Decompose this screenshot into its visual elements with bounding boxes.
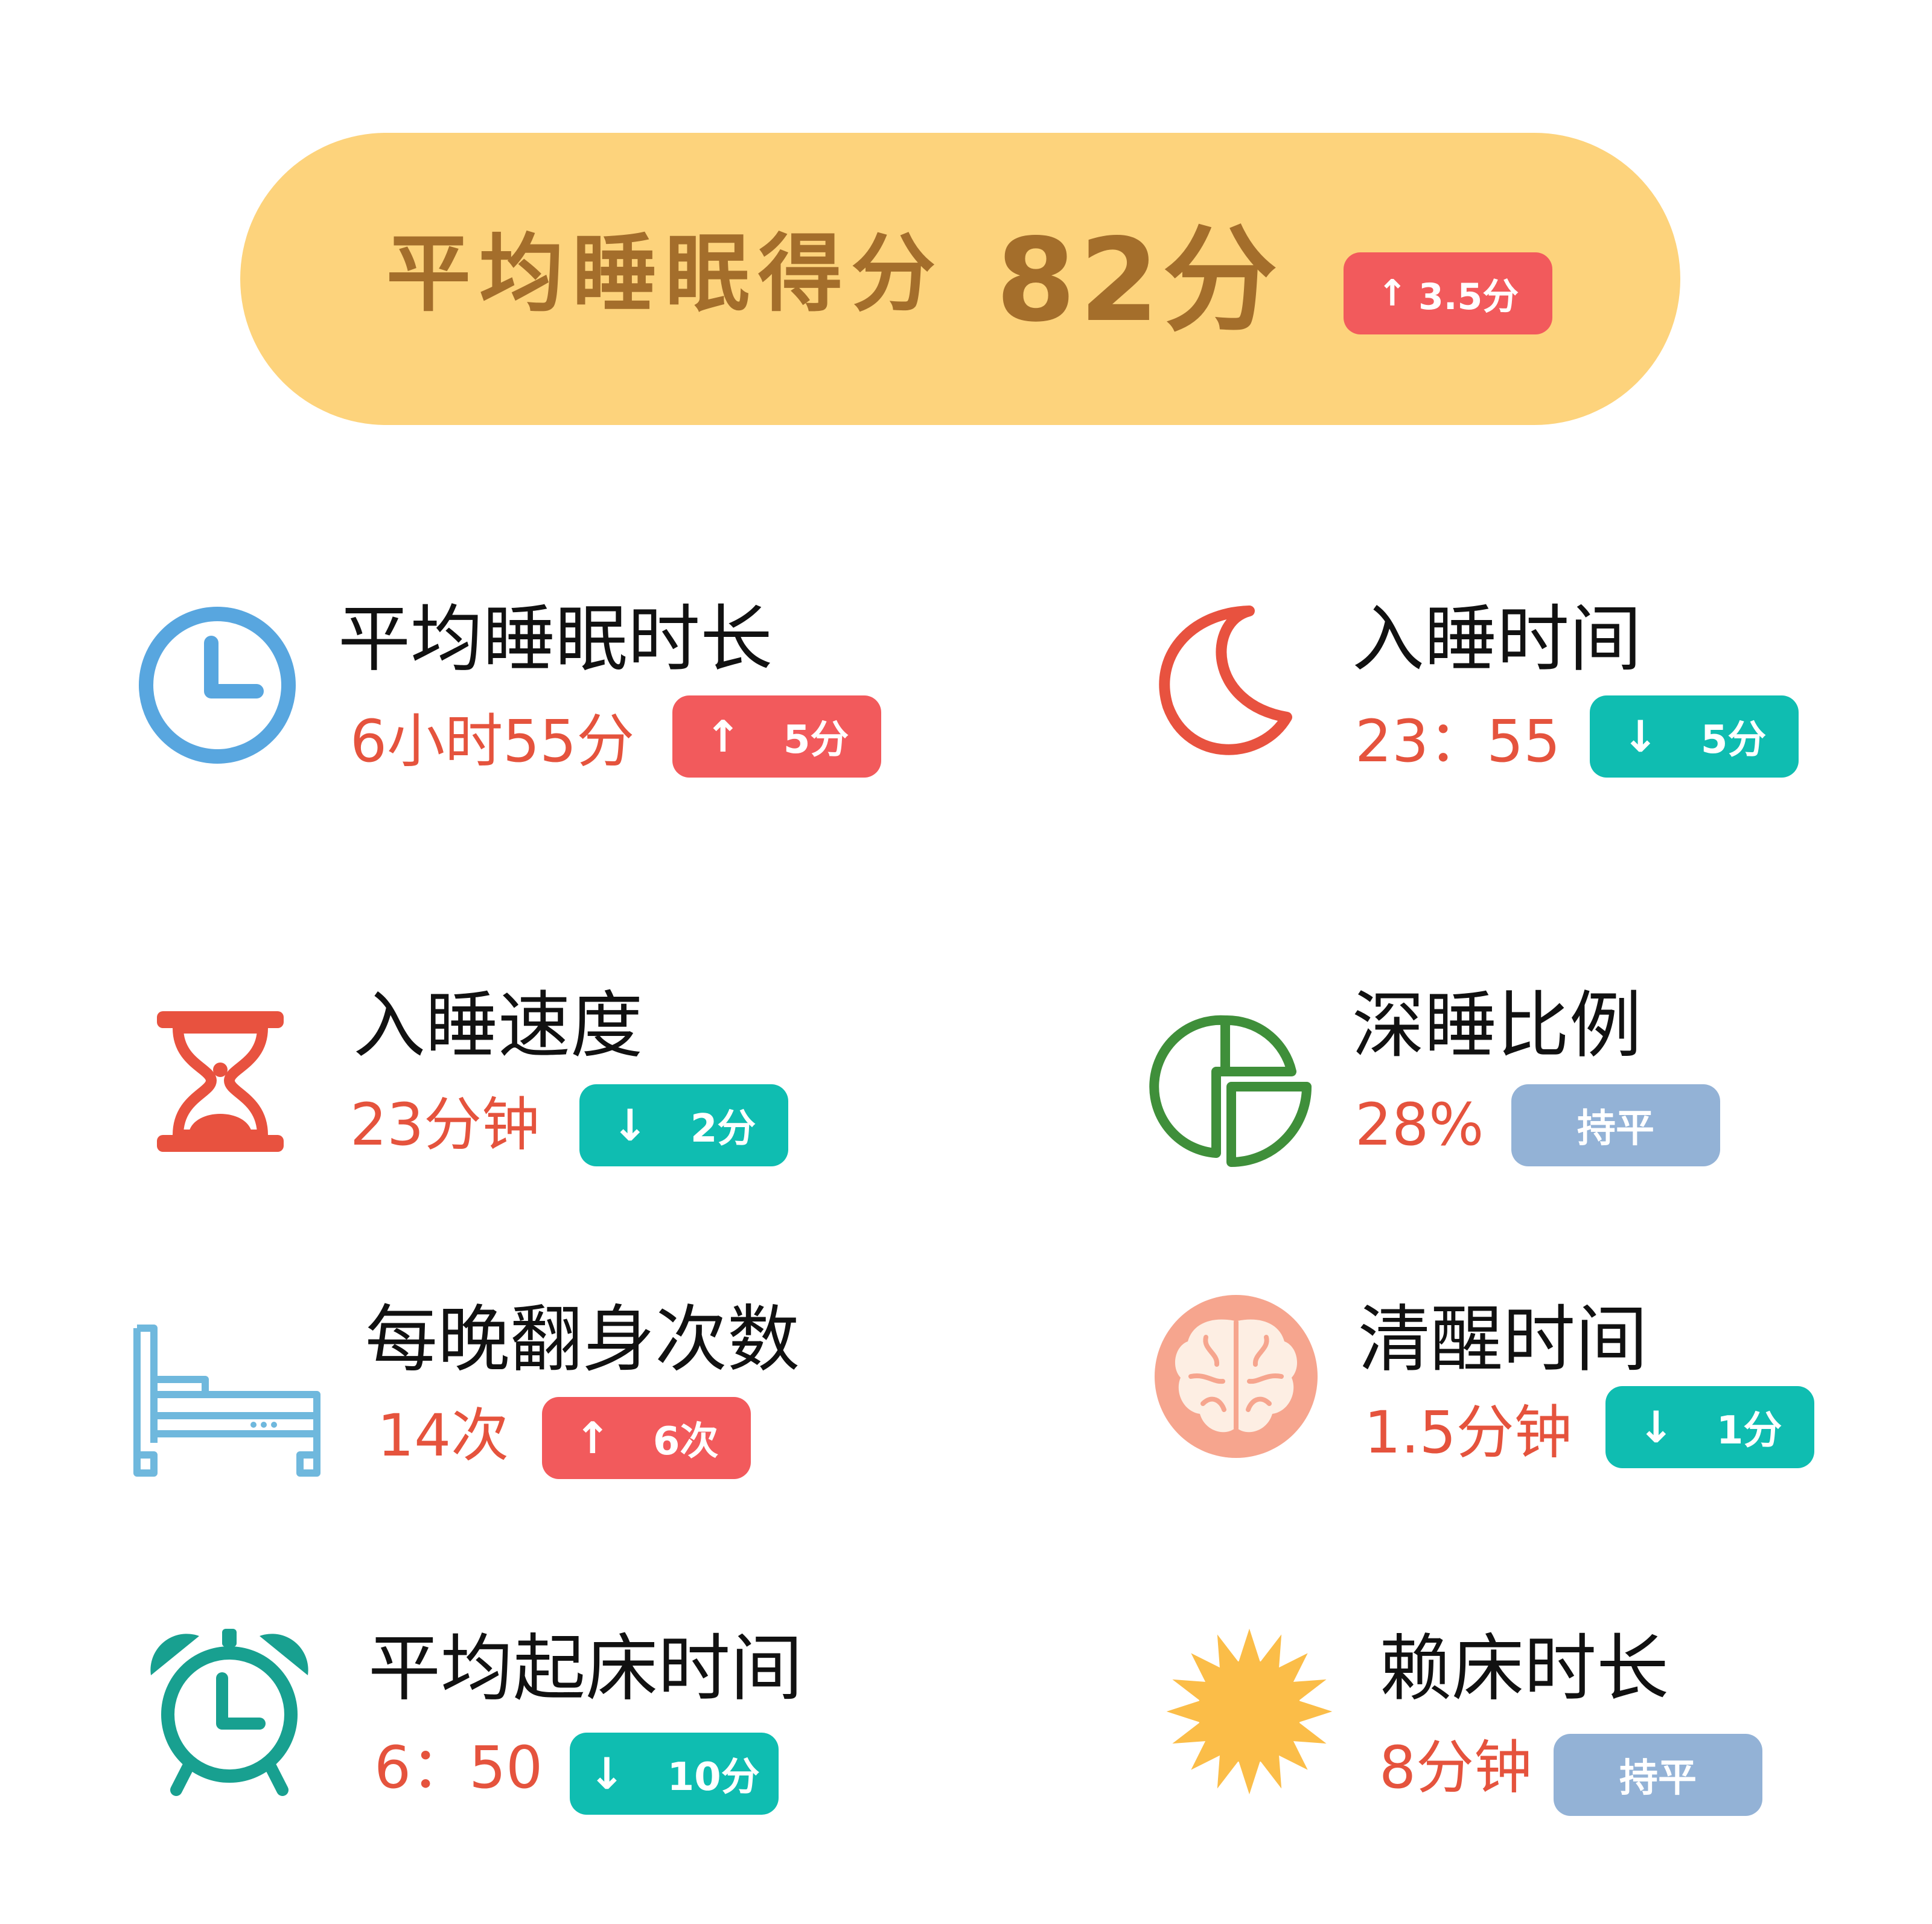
metric-title: 入睡速度 [353, 984, 643, 1068]
sun-icon [1162, 1624, 1337, 1799]
trend-badge: ↑ 5分 [672, 695, 881, 778]
metric-title: 赖床时长 [1379, 1627, 1669, 1711]
trend-badge: ↑ 6次 [542, 1397, 751, 1479]
arrow-down-icon: ↓ [588, 1748, 625, 1799]
metric-title: 清醒时间 [1358, 1298, 1648, 1382]
arrow-down-icon: ↓ [611, 1100, 648, 1151]
clock-icon [127, 595, 308, 776]
badge-text: 5分 [1700, 718, 1767, 762]
badge-text: 10分 [667, 1755, 760, 1800]
alarm-clock-icon [139, 1618, 320, 1799]
metric-value: 1.5分钟 [1364, 1399, 1572, 1466]
metric-value: 23：55 [1355, 708, 1561, 775]
badge-text: 6次 [652, 1419, 719, 1464]
arrow-up-icon: ↑ [704, 711, 741, 762]
moon-icon [1141, 598, 1322, 779]
trend-badge: ↓ 10分 [570, 1733, 779, 1815]
trend-badge: 持平 [1511, 1084, 1720, 1166]
pie-chart-icon [1141, 996, 1322, 1177]
badge-text: 5分 [783, 718, 849, 762]
badge-text: 2分 [690, 1107, 756, 1151]
metric-title: 深睡比例 [1352, 984, 1642, 1068]
metric-value: 6：50 [374, 1734, 543, 1801]
metric-title: 入睡时间 [1352, 598, 1642, 682]
header-change-badge: ↑ 3.5分 [1344, 252, 1552, 334]
bed-icon [130, 1322, 323, 1503]
arrow-down-icon: ↓ [1637, 1402, 1674, 1453]
trend-badge: ↓ 2分 [579, 1084, 788, 1166]
badge-text: 持平 [1577, 1107, 1654, 1151]
brain-icon [1146, 1286, 1327, 1467]
metric-value: 6小时55分 [350, 708, 635, 775]
arrow-up-icon: ↑ [1377, 272, 1408, 315]
badge-text: 持平 [1619, 1756, 1697, 1801]
hourglass-icon [130, 990, 311, 1171]
arrow-up-icon: ↑ [574, 1413, 611, 1463]
metric-title: 平均睡眠时长 [338, 598, 773, 682]
header-title: 平均睡眠得分 [386, 225, 945, 324]
metric-title: 平均起床时间 [368, 1627, 803, 1711]
badge-text: 1分 [1716, 1408, 1782, 1453]
metric-value: 8分钟 [1379, 1734, 1532, 1801]
metric-title: 每晚翻身次数 [365, 1298, 800, 1382]
header-score: 82分 [996, 214, 1281, 347]
header-change-text: 3.5分 [1418, 275, 1519, 318]
metric-value: 23分钟 [350, 1091, 540, 1159]
metric-value: 14次 [377, 1402, 509, 1469]
trend-badge: 持平 [1554, 1734, 1762, 1816]
arrow-down-icon: ↓ [1622, 711, 1659, 762]
metric-value: 28% [1355, 1091, 1484, 1159]
trend-badge: ↓ 5分 [1590, 695, 1799, 778]
trend-badge: ↓ 1分 [1605, 1386, 1814, 1468]
